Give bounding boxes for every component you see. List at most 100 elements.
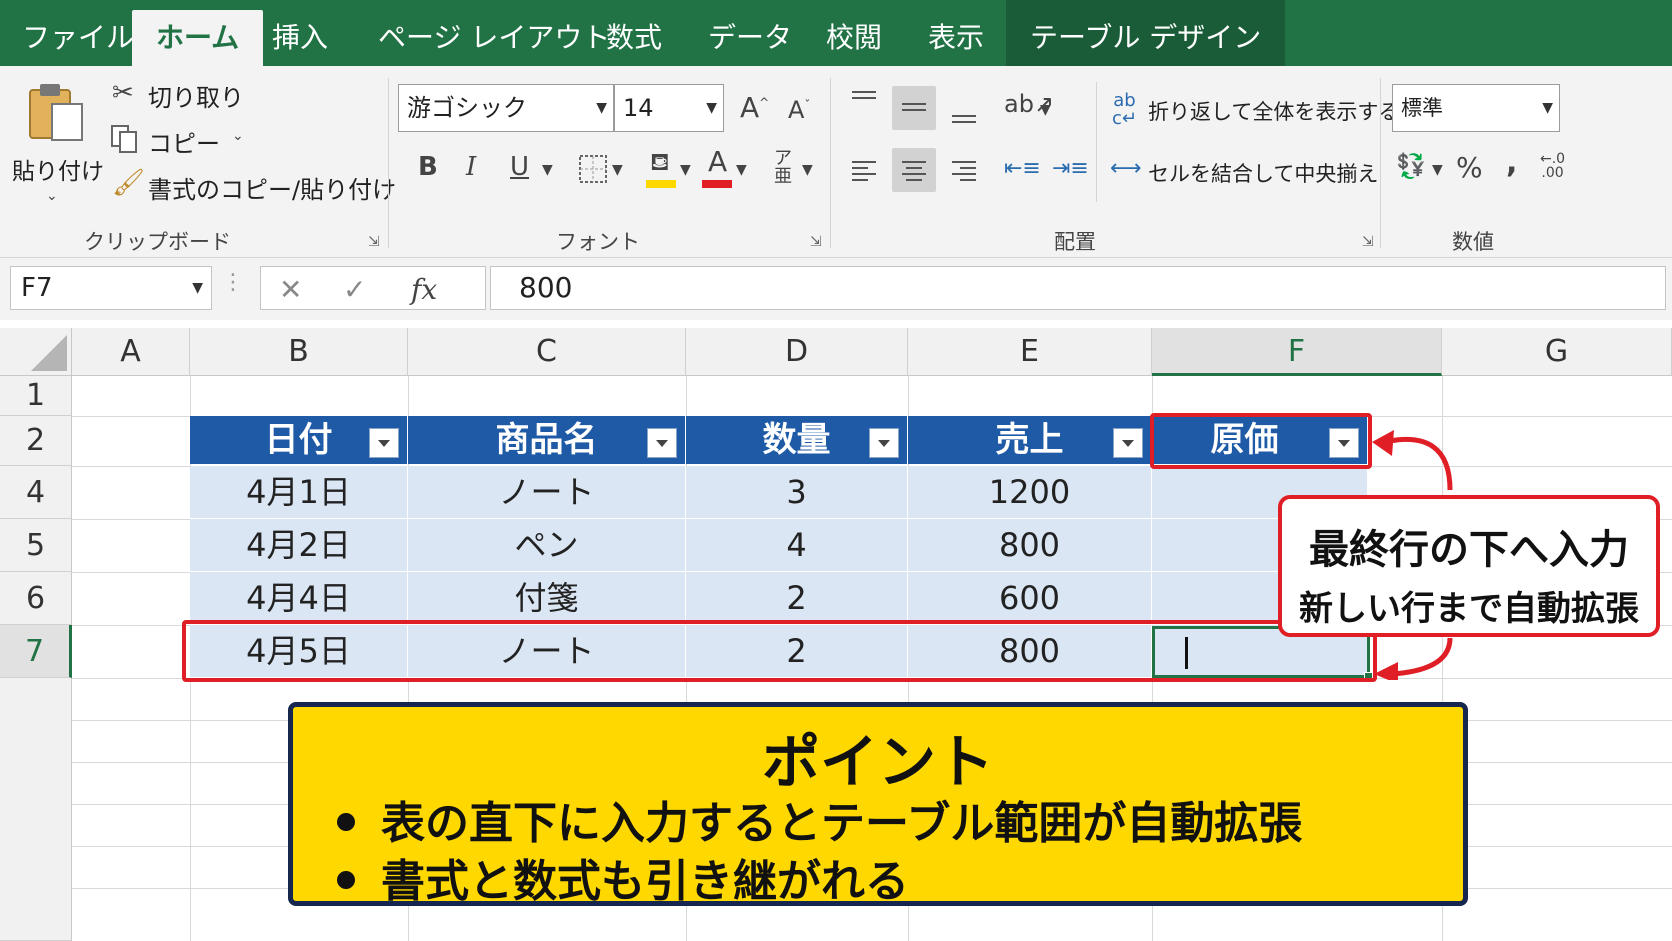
fill-color-dropdown-icon[interactable]: ▼ [680, 162, 691, 178]
ribbon-tab-bar: ファイル ホーム 挿入 ページ レイアウト 数式 データ 校閲 表示 テーブル … [0, 0, 1672, 66]
table-cell[interactable]: ノート [408, 466, 686, 519]
column-header-a[interactable]: A [72, 328, 190, 376]
ribbon: 貼り付け ⌄ ✂ 切り取り コピー ⌄ 🖌 書式のコピー/貼り付け クリップボー… [0, 66, 1672, 258]
borders-dropdown-icon[interactable]: ▼ [612, 162, 623, 178]
merge-center-icon: ⟷ [1110, 156, 1142, 181]
alignment-group-label: 配置 [1054, 230, 1096, 254]
column-header-d[interactable]: D [686, 328, 908, 376]
row-header-1[interactable]: 1 [0, 376, 72, 416]
cancel-icon[interactable]: ✕ [279, 273, 302, 306]
column-header-e[interactable]: E [908, 328, 1152, 376]
tab-table-design[interactable]: テーブル デザイン [1006, 0, 1286, 66]
italic-button[interactable]: I [466, 154, 476, 180]
shrink-font-button[interactable]: Aˇ [788, 98, 810, 122]
merge-dropdown-icon[interactable]: ⌄ [1344, 162, 1356, 178]
row-header-7[interactable]: 7 [0, 625, 72, 678]
tab-data[interactable]: データ [708, 0, 792, 66]
currency-icon[interactable]: 💱 [1396, 154, 1426, 178]
increase-indent-icon[interactable]: ⇥≡ [1052, 158, 1089, 180]
row-header-5[interactable]: 5 [0, 519, 72, 572]
column-header-c[interactable]: C [408, 328, 686, 376]
align-right-icon[interactable] [950, 156, 978, 184]
insert-function-button[interactable]: fx [411, 273, 437, 306]
number-format-select[interactable]: 標準 ▼ [1392, 84, 1560, 132]
table-cell[interactable]: 1200 [908, 466, 1152, 519]
borders-icon[interactable] [578, 154, 608, 184]
column-header-b[interactable]: B [190, 328, 408, 376]
table-cell[interactable]: 付箋 [408, 572, 686, 625]
enter-icon[interactable]: ✓ [343, 273, 366, 306]
wrap-text-icon: ab c↵ [1112, 90, 1137, 129]
font-color-icon: A [708, 145, 728, 178]
comma-button[interactable]: , [1506, 148, 1517, 178]
percent-button[interactable]: % [1456, 154, 1483, 182]
table-cell[interactable]: 4月4日 [190, 572, 408, 625]
phonetic-dropdown-icon[interactable]: ▼ [802, 162, 813, 178]
paste-label: 貼り付け [12, 159, 104, 185]
font-launcher-icon[interactable]: ⇲ [810, 234, 822, 250]
wrap-text-button[interactable]: 折り返して全体を表示する [1148, 96, 1399, 126]
filter-dropdown-icon[interactable] [1113, 428, 1143, 458]
bullet-icon [337, 871, 355, 889]
table-cell[interactable]: 4 [686, 519, 908, 572]
column-header-g[interactable]: G [1442, 328, 1672, 376]
bold-button[interactable]: B [418, 154, 438, 180]
font-color-button[interactable]: A [702, 148, 734, 188]
decrease-indent-icon[interactable]: ⇤≡ [1004, 158, 1041, 180]
table-cell[interactable]: 600 [908, 572, 1152, 625]
copy-dropdown-icon[interactable]: ⌄ [232, 128, 244, 144]
clipboard-group-label: クリップボード [84, 230, 231, 254]
cut-button[interactable]: 切り取り [148, 78, 244, 113]
filter-dropdown-icon[interactable] [647, 428, 677, 458]
paste-dropdown-icon[interactable]: ⌄ [46, 188, 58, 204]
new-row-highlight-box [182, 620, 1377, 682]
align-top-icon[interactable] [850, 88, 878, 116]
align-center-icon[interactable] [900, 156, 928, 184]
underline-button[interactable]: U [510, 154, 529, 180]
table-header-label: 売上 [995, 420, 1064, 460]
filter-dropdown-icon[interactable] [869, 428, 899, 458]
font-name-select[interactable]: 游ゴシック ▼ [398, 84, 614, 132]
align-left-icon[interactable] [850, 156, 878, 184]
formula-bar-grip-icon[interactable]: ⋮ [222, 270, 244, 295]
table-cell[interactable]: 4月2日 [190, 519, 408, 572]
row-header-2[interactable]: 2 [0, 416, 72, 466]
table-cell[interactable]: 4月1日 [190, 466, 408, 519]
increase-decimal-icon[interactable]: ←.0.00 [1540, 152, 1565, 180]
formula-input[interactable]: 800 [490, 266, 1666, 310]
alignment-launcher-icon[interactable]: ⇲ [1362, 234, 1374, 250]
table-cell[interactable]: 800 [908, 519, 1152, 572]
fill-color-button[interactable]: ⛾ [646, 150, 678, 188]
tab-insert[interactable]: 挿入 [272, 0, 328, 66]
tab-formulas[interactable]: 数式 [606, 0, 662, 66]
align-middle-icon[interactable] [900, 94, 928, 122]
phonetic-guide-icon[interactable]: ア亜 [774, 150, 792, 186]
grow-font-button[interactable]: A^ [740, 94, 769, 122]
tab-file[interactable]: ファイル [22, 0, 134, 66]
table-cell[interactable]: ペン [408, 519, 686, 572]
select-all-corner[interactable] [0, 328, 72, 376]
table-cell[interactable]: 2 [686, 572, 908, 625]
tab-home[interactable]: ホーム [132, 10, 264, 66]
filter-dropdown-icon[interactable] [369, 428, 399, 458]
tab-review[interactable]: 校閲 [826, 0, 882, 66]
orientation-dropdown-icon[interactable]: ▼ [1040, 102, 1051, 118]
table-cell[interactable]: 3 [686, 466, 908, 519]
align-bottom-icon[interactable] [950, 100, 978, 128]
paste-button[interactable]: 貼り付け ⌄ [10, 76, 104, 216]
clipboard-launcher-icon[interactable]: ⇲ [368, 234, 380, 250]
tab-view[interactable]: 表示 [928, 0, 984, 66]
group-divider [830, 78, 831, 248]
column-header-f[interactable]: F [1152, 328, 1442, 376]
row-header-6[interactable]: 6 [0, 572, 72, 625]
row-header-4[interactable]: 4 [0, 466, 72, 519]
underline-dropdown-icon[interactable]: ▼ [542, 162, 553, 178]
point-item-1: 表の直下に入力するとテーブル範囲が自動拡張 [337, 787, 1302, 851]
font-size-select[interactable]: 14 ▼ [614, 84, 724, 132]
currency-dropdown-icon[interactable]: ▼ [1432, 162, 1443, 178]
font-color-dropdown-icon[interactable]: ▼ [736, 162, 747, 178]
copy-button[interactable]: コピー [148, 124, 220, 159]
tab-page-layout[interactable]: ページ レイアウト [378, 0, 610, 66]
name-box[interactable]: F7 ▼ [10, 266, 212, 310]
format-painter-button[interactable]: 書式のコピー/貼り付け [148, 170, 396, 205]
